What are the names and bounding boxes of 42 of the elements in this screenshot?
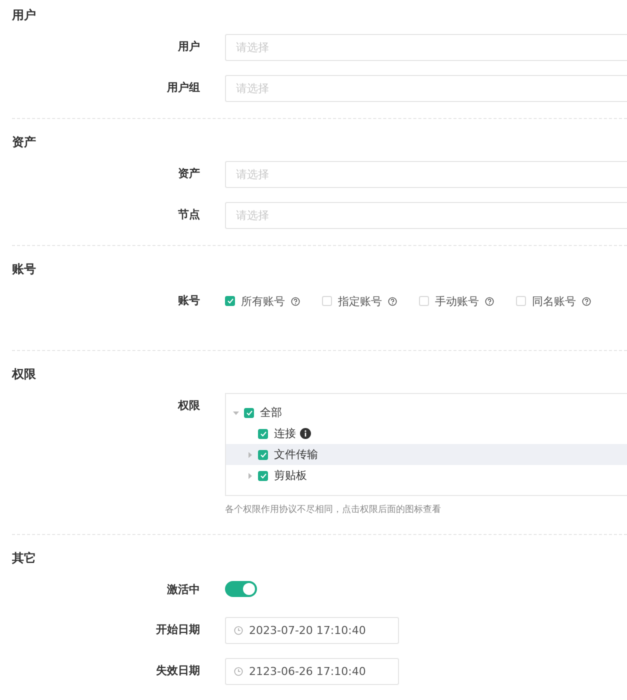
section-title: 账号 [12,261,37,278]
checkbox[interactable] [258,428,268,438]
caret-icon[interactable] [246,450,254,458]
section-title: 资产 [12,134,37,151]
tree-row[interactable]: 文件传输 [226,444,627,465]
tree-node-label: 全部 [260,405,282,420]
section-title: 其它 [12,550,37,567]
field-label: 激活中 [166,582,200,598]
field-label: 资产 [177,166,200,182]
checkbox-label[interactable]: 所有账号 [241,294,285,308]
clock-icon [234,626,243,635]
help-icon[interactable] [291,296,300,306]
field-label: 失效日期 [155,663,200,679]
clock-icon [234,667,243,676]
info-icon[interactable] [300,428,311,439]
help-icon[interactable] [485,296,494,306]
hint-text: 各个权限作用协议不尽相同，点击权限后面的图标查看 [225,504,442,516]
date-field[interactable]: 2123-06-26 17:10:40 [225,658,399,685]
section-title: 用户 [12,7,37,24]
field-label: 权限 [176,398,200,414]
tree-node-label: 连接 [274,426,296,441]
toggle-switch[interactable] [225,581,257,597]
tree-node-label: 剪贴板 [274,468,307,483]
help-icon[interactable] [582,296,591,306]
checkbox-label[interactable]: 指定账号 [338,294,382,308]
field-label: 账号 [177,293,200,309]
checkbox[interactable] [225,296,235,306]
field-label: 用户 [176,39,200,55]
checkbox-label[interactable]: 手动账号 [435,294,479,308]
help-icon[interactable] [388,296,397,306]
checkbox-label[interactable]: 同名账号 [532,294,576,308]
caret-icon[interactable] [232,408,240,416]
checkbox[interactable] [258,450,268,460]
field-label: 节点 [177,207,200,223]
section-title: 权限 [12,366,37,383]
tree-node-label: 文件传输 [274,447,318,462]
field-label: 用户组 [166,80,200,96]
field-label: 开始日期 [155,622,200,638]
caret-icon[interactable] [246,472,254,480]
checkbox[interactable] [244,408,254,418]
checkbox[interactable] [258,470,268,480]
date-field[interactable]: 2023-07-20 17:10:40 [225,617,399,644]
